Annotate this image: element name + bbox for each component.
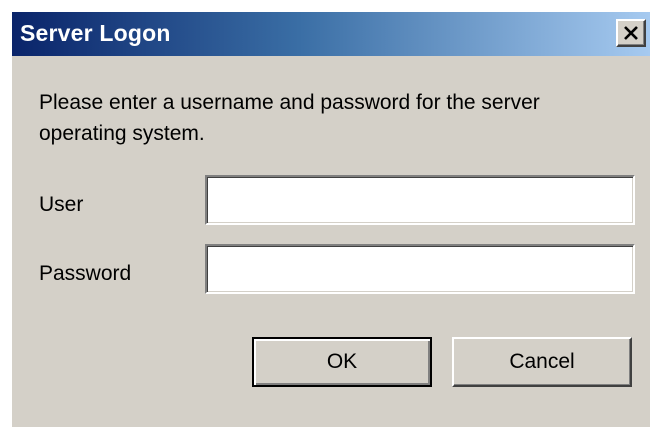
user-label: User	[39, 193, 84, 216]
window-title: Server Logon	[20, 20, 171, 46]
close-button[interactable]	[616, 19, 646, 47]
ok-button[interactable]: OK	[252, 337, 432, 387]
password-label: Password	[39, 262, 132, 285]
instruction-text: Please enter a username and password for…	[39, 91, 540, 145]
password-input[interactable]	[205, 244, 635, 294]
server-logon-dialog: Server Logon Please enter a username and…	[10, 10, 650, 427]
close-x-icon	[624, 26, 638, 40]
title-bar[interactable]: Server Logon	[12, 12, 650, 56]
user-input[interactable]	[205, 175, 635, 225]
cancel-button[interactable]: Cancel	[452, 337, 632, 387]
